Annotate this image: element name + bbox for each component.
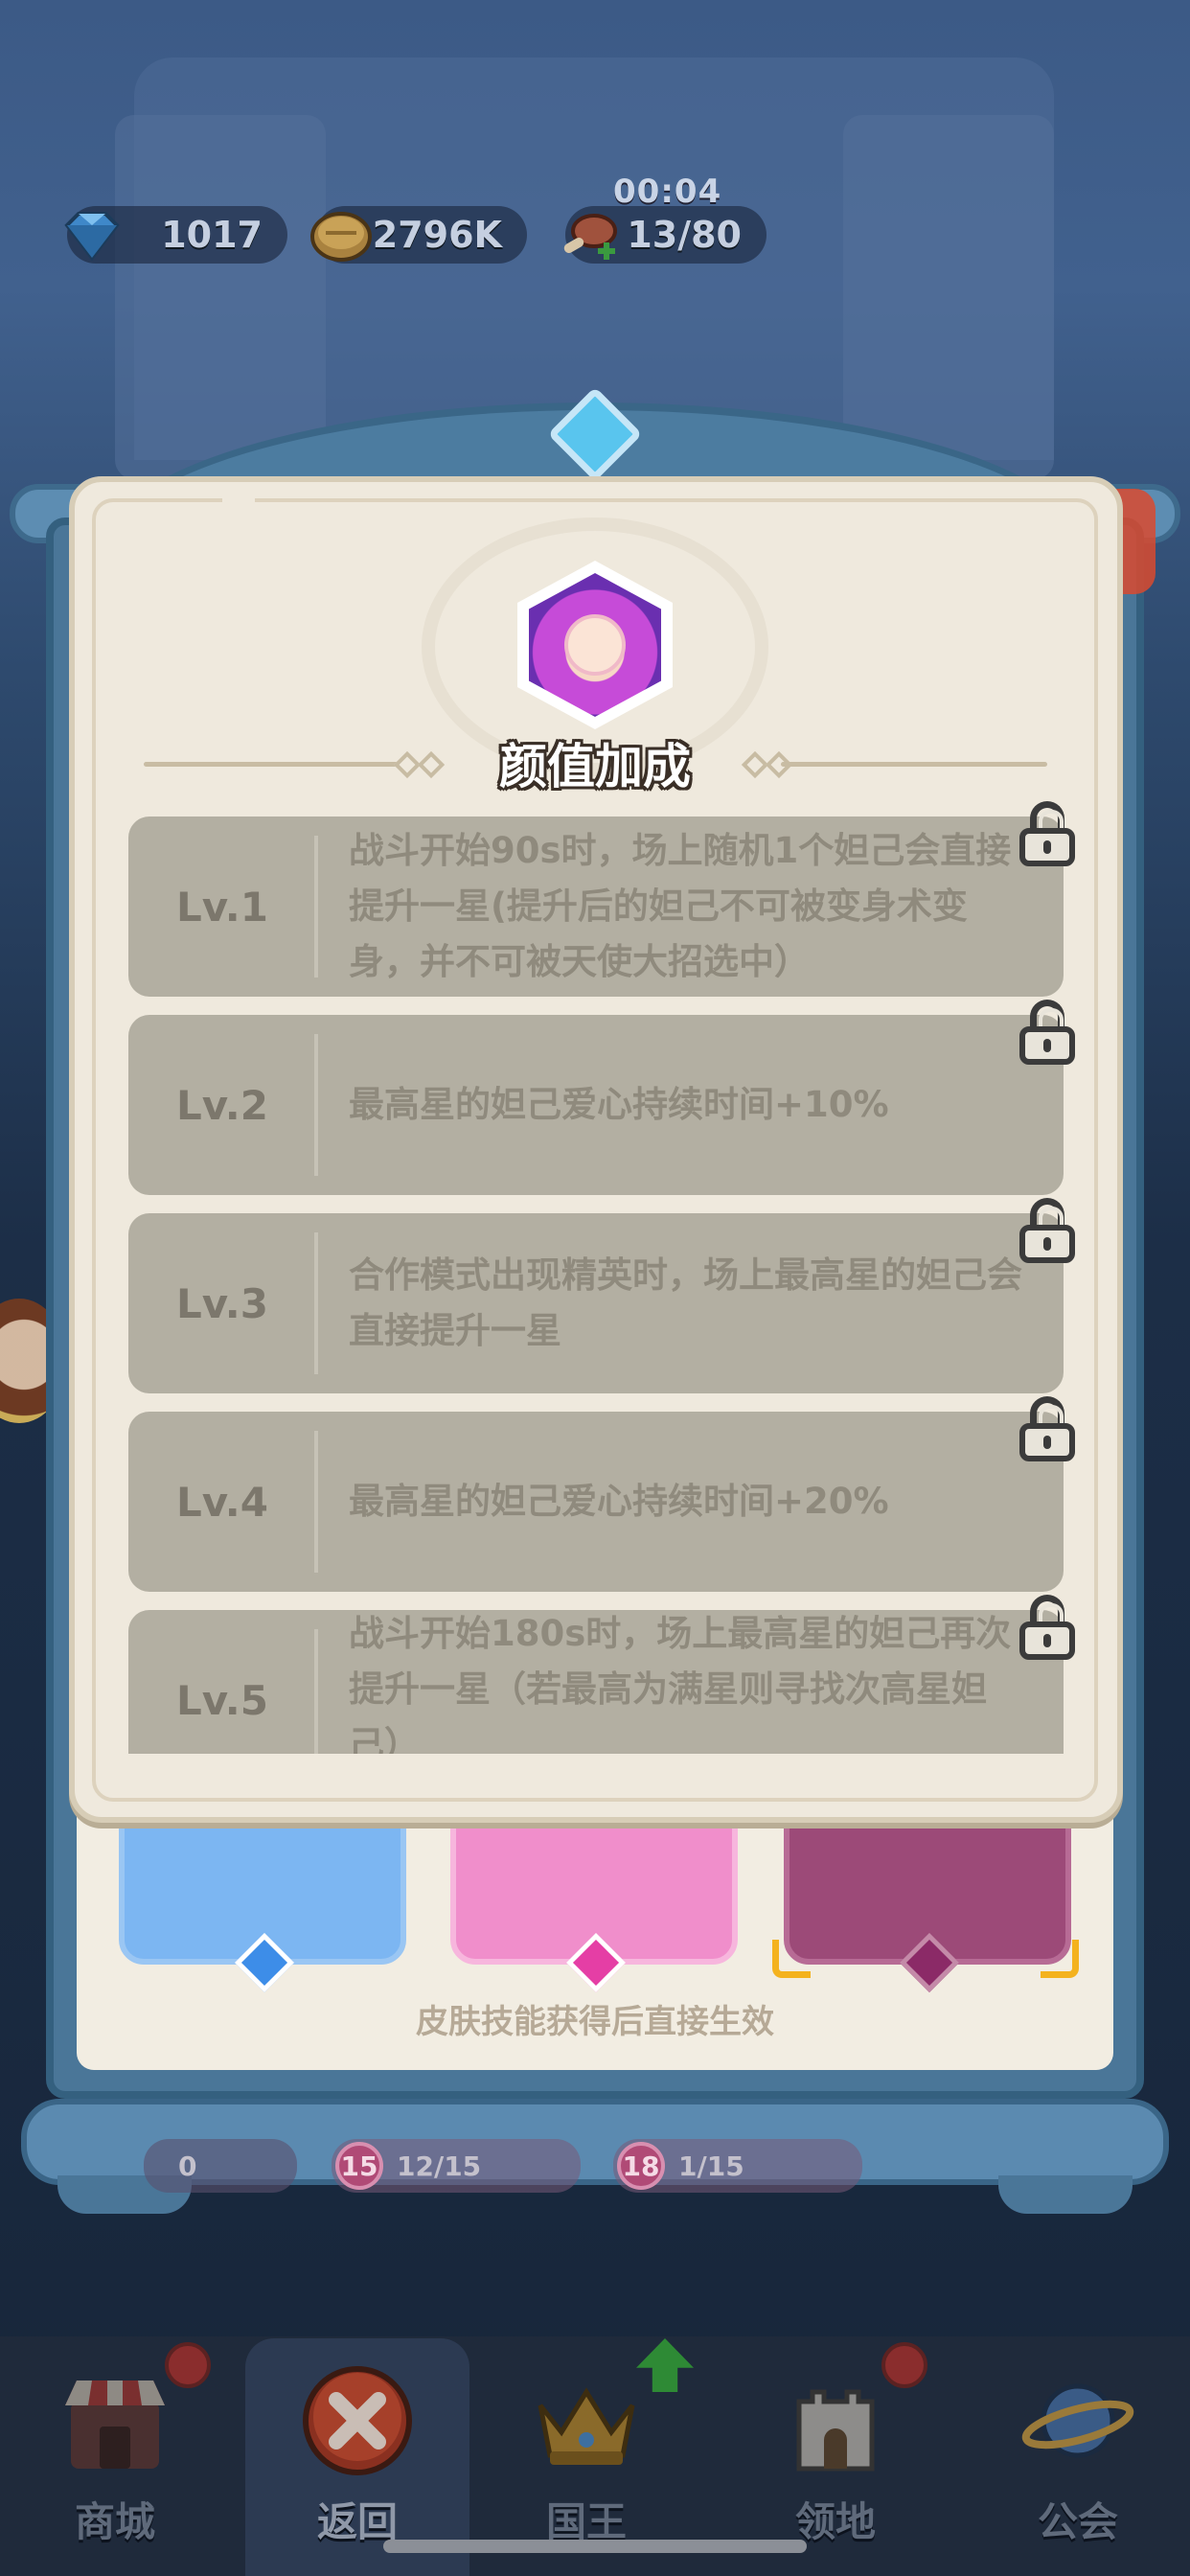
- level-label: Lv.2: [176, 1081, 268, 1129]
- nav-back-label: 返回: [316, 2498, 398, 2545]
- skin-effect-note: 皮肤技能获得后直接生效: [416, 2003, 774, 2041]
- home-indicator[interactable]: [383, 2540, 807, 2553]
- level-label: Lv.1: [176, 883, 268, 931]
- shop-notification-dot: [165, 2342, 211, 2388]
- stamina-counter[interactable]: 13/80: [563, 206, 767, 264]
- skin-progress-value: 12/15: [397, 2150, 482, 2182]
- level-row: Lv.3 合作模式出现精英时，场上最高星的妲己会直接提升一星: [128, 1213, 1064, 1393]
- level-description: 最高星的妲己爱心持续时间+20%: [349, 1481, 889, 1522]
- frame-foot-right: [998, 2175, 1133, 2214]
- nav-land-label: 领地: [794, 2498, 876, 2545]
- level-label: Lv.3: [176, 1279, 268, 1327]
- level-label: Lv.5: [176, 1676, 268, 1724]
- skin-level-badge: 15: [335, 2142, 383, 2190]
- lock-icon: [1018, 1000, 1077, 1067]
- lock-icon: [1018, 1595, 1077, 1662]
- gem-counter[interactable]: 1017: [64, 206, 287, 264]
- battle-timer: 00:04: [613, 172, 722, 211]
- lock-icon: [1018, 1396, 1077, 1463]
- skin-progress-value: 0: [178, 2150, 197, 2182]
- level-description: 最高星的妲己爱心持续时间+10%: [349, 1084, 889, 1125]
- meat-icon: [556, 206, 625, 264]
- level-row: Lv.4 最高星的妲己爱心持续时间+20%: [128, 1412, 1064, 1592]
- level-row: Lv.2 最高星的妲己爱心持续时间+10%: [128, 1015, 1064, 1195]
- nav-guild[interactable]: 公会: [963, 2338, 1190, 2576]
- nav-shop-label: 商城: [74, 2498, 155, 2545]
- popup-title: 颜值加成: [499, 739, 691, 794]
- skin-progress-value: 1/15: [678, 2150, 744, 2182]
- skin-progress-pill: 0: [144, 2139, 297, 2193]
- castle-tower-right: [843, 115, 1054, 479]
- title-divider-right: [781, 762, 1047, 767]
- level-label: Lv.4: [176, 1478, 268, 1526]
- level-description: 战斗开始180s时，场上最高星的妲己再次提升一星（若最高为满星则寻找次高星妲己）: [349, 1613, 1012, 1754]
- nav-guild-label: 公会: [1037, 2498, 1118, 2545]
- popup-border-notch: [222, 496, 255, 504]
- level-description: 战斗开始90s时，场上随机1个妲己会直接提升一星(提升后的妲己不可被变身术变身，…: [349, 830, 1012, 982]
- skin-progress-pill: 18 1/15: [613, 2139, 862, 2193]
- close-icon: [300, 2363, 415, 2478]
- castle-tower-left: [115, 115, 326, 479]
- coin-icon: [307, 206, 376, 264]
- land-notification-dot: [881, 2342, 927, 2388]
- selected-corner-right: [1041, 1940, 1079, 1978]
- level-bonus-list[interactable]: Lv.1 战斗开始90s时，场上随机1个妲己会直接提升一星(提升后的妲己不可被变…: [128, 816, 1064, 1754]
- level-row: Lv.1 战斗开始90s时，场上随机1个妲己会直接提升一星(提升后的妲己不可被变…: [128, 816, 1064, 997]
- lock-icon: [1018, 1198, 1077, 1265]
- level-row: Lv.5 战斗开始180s时，场上最高星的妲己再次提升一星（若最高为满星则寻找次…: [128, 1610, 1064, 1754]
- diamond-icon: [57, 206, 126, 264]
- level-description: 合作模式出现精英时，场上最高星的妲己会直接提升一星: [349, 1254, 1022, 1351]
- planet-icon: [1020, 2363, 1135, 2478]
- skin-level-badge: 18: [617, 2142, 665, 2190]
- coin-counter[interactable]: 2796K: [310, 206, 527, 264]
- castle-icon: [778, 2363, 893, 2478]
- title-divider-left: [144, 762, 407, 767]
- skin-progress-pill: 15 12/15: [332, 2139, 581, 2193]
- lock-icon: [1018, 801, 1077, 868]
- selected-corner-left: [772, 1940, 811, 1978]
- shop-icon: [57, 2363, 172, 2478]
- crown-icon: [529, 2363, 644, 2478]
